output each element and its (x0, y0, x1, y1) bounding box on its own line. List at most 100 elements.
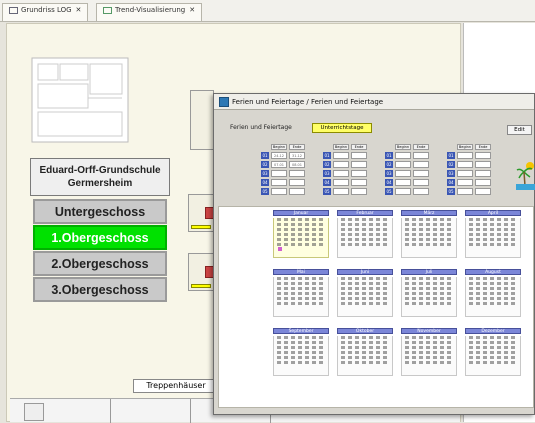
month-header: Januar (273, 210, 329, 216)
date-input-begin[interactable] (457, 161, 473, 168)
close-icon[interactable]: ✕ (76, 6, 82, 14)
date-input-end[interactable] (351, 188, 367, 195)
date-input-end[interactable] (475, 152, 491, 159)
date-input-end[interactable] (475, 170, 491, 177)
date-input-end[interactable] (289, 170, 305, 177)
month-days[interactable] (465, 336, 521, 376)
month-calendar[interactable]: Juli (401, 269, 457, 317)
month-calendar[interactable]: April (465, 210, 521, 258)
date-row-number: 01 (261, 152, 269, 159)
room-thumbnail[interactable] (190, 90, 214, 150)
date-row: 04 (261, 179, 305, 186)
date-input-end[interactable] (289, 188, 305, 195)
date-input-begin[interactable] (395, 179, 411, 186)
month-calendar[interactable]: August (465, 269, 521, 317)
month-calendar[interactable]: November (401, 328, 457, 376)
dialog-titlebar[interactable]: Ferien und Feiertage / Ferien und Feiert… (214, 94, 534, 110)
date-input-begin[interactable] (333, 161, 349, 168)
date-input-end[interactable] (351, 152, 367, 159)
month-days[interactable] (401, 277, 457, 317)
date-input-end[interactable] (475, 188, 491, 195)
date-input-begin[interactable] (457, 152, 473, 159)
date-input-begin[interactable] (457, 170, 473, 177)
floorplan-icon (9, 6, 18, 14)
date-input-end[interactable] (413, 170, 429, 177)
month-header: Februar (337, 210, 393, 216)
date-input-end[interactable] (351, 179, 367, 186)
month-days[interactable] (465, 277, 521, 317)
date-input-begin[interactable]: 07.01 (271, 161, 287, 168)
holiday-marker (278, 247, 282, 251)
month-header: Juni (337, 269, 393, 275)
tab-trend[interactable]: Trend-Visualisierung ✕ (96, 3, 203, 21)
date-header: Ende (413, 144, 429, 150)
tab-label: Grundriss LOG (21, 6, 72, 14)
month-calendar[interactable]: März (401, 210, 457, 258)
tab-grundriss[interactable]: Grundriss LOG ✕ (2, 3, 89, 21)
date-input-end[interactable] (413, 161, 429, 168)
month-calendar[interactable]: September (273, 328, 329, 376)
date-input-begin[interactable] (457, 188, 473, 195)
date-input-begin[interactable] (333, 188, 349, 195)
floor-button-3-obergeschoss[interactable]: 3.Obergeschoss (33, 277, 167, 302)
month-days[interactable] (337, 336, 393, 376)
dialog-title: Ferien und Feiertage / Ferien und Feiert… (232, 98, 384, 106)
date-input-begin[interactable] (271, 170, 287, 177)
room-thumbnail[interactable] (24, 403, 44, 421)
date-row: 02 07.01 08.01 (261, 161, 305, 168)
date-input-begin[interactable] (395, 170, 411, 177)
status-badge (191, 284, 211, 288)
date-input-begin[interactable] (457, 179, 473, 186)
date-input-end[interactable]: 08.01 (289, 161, 305, 168)
date-input-begin[interactable] (395, 161, 411, 168)
month-days[interactable] (273, 277, 329, 317)
month-days[interactable] (337, 277, 393, 317)
date-input-end[interactable] (413, 152, 429, 159)
floorplan-thumbnail[interactable] (30, 50, 130, 150)
date-input-begin[interactable] (333, 170, 349, 177)
date-row-number: 01 (385, 152, 393, 159)
date-input-begin[interactable]: 24.12 (271, 152, 287, 159)
date-input-end[interactable] (351, 170, 367, 177)
date-input-end[interactable] (289, 179, 305, 186)
month-calendar[interactable]: Juni (337, 269, 393, 317)
month-calendar[interactable]: Mai (273, 269, 329, 317)
date-input-end[interactable] (475, 179, 491, 186)
month-days[interactable] (401, 218, 457, 258)
month-days[interactable] (465, 218, 521, 258)
date-input-begin[interactable] (271, 179, 287, 186)
date-input-begin[interactable] (395, 152, 411, 159)
floor-button-untergeschoss[interactable]: Untergeschoss (33, 199, 167, 224)
date-input-end[interactable]: 31.12 (289, 152, 305, 159)
date-input-begin[interactable] (333, 152, 349, 159)
month-calendar[interactable]: Februar (337, 210, 393, 258)
close-icon[interactable]: ✕ (189, 6, 195, 14)
date-input-end[interactable] (351, 161, 367, 168)
school-title: Eduard-Orff-Grundschule Germersheim (30, 158, 170, 196)
date-input-end[interactable] (413, 188, 429, 195)
month-days[interactable] (273, 336, 329, 376)
month-calendar[interactable]: Oktober (337, 328, 393, 376)
stairs-label[interactable]: Treppenhäuser (133, 379, 219, 393)
date-input-end[interactable] (475, 161, 491, 168)
floor-button-2-obergeschoss[interactable]: 2.Obergeschoss (33, 251, 167, 276)
month-calendar[interactable]: Dezember (465, 328, 521, 376)
month-calendar[interactable]: Januar (273, 210, 329, 258)
month-days[interactable] (337, 218, 393, 258)
edit-button[interactable]: Edit (507, 125, 532, 135)
date-input-begin[interactable] (271, 188, 287, 195)
date-input-begin[interactable] (333, 179, 349, 186)
floor-button-1-obergeschoss[interactable]: 1.Obergeschoss (33, 225, 167, 250)
date-row-number: 05 (385, 188, 393, 195)
date-row: 01 (385, 152, 429, 159)
date-input-begin[interactable] (395, 188, 411, 195)
month-header: Oktober (337, 328, 393, 334)
month-days[interactable] (273, 218, 329, 258)
tab-label: Trend-Visualisierung (115, 6, 186, 14)
month-days[interactable] (401, 336, 457, 376)
date-row: 03 (385, 170, 429, 177)
dialog-tab-label[interactable]: Ferien und Feiertage (230, 124, 292, 131)
date-row-number: 03 (447, 170, 455, 177)
date-input-end[interactable] (413, 179, 429, 186)
schooldays-button[interactable]: Unterrichtstage (312, 123, 372, 133)
